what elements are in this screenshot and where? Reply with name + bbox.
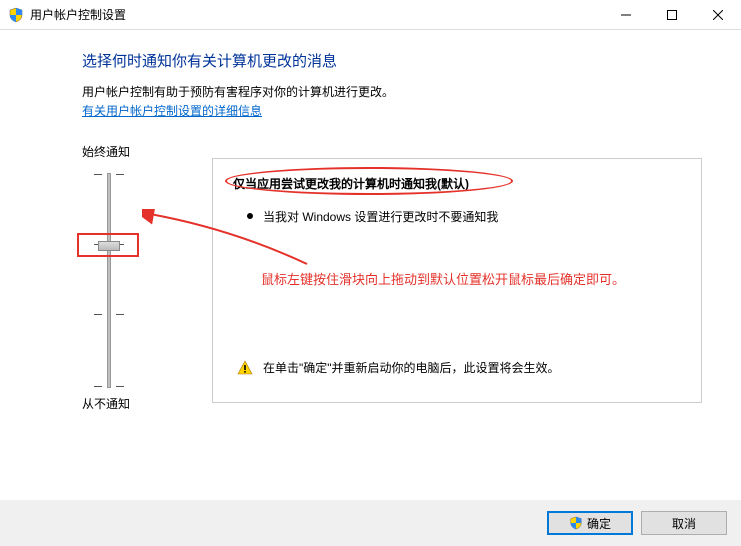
slider-area: 始终通知 从不通知 仅当应用尝试更改我的计算机时通知我(默认) 当我对 Wind… [82, 143, 712, 168]
annotation-text: 鼠标左键按住滑块向上拖动到默认位置松开鼠标最后确定即可。 [261, 269, 625, 288]
info-bullet-text: 当我对 Windows 设置进行更改时不要通知我 [263, 208, 498, 225]
close-button[interactable] [695, 0, 741, 30]
page-heading: 选择何时通知你有关计算机更改的消息 [82, 50, 711, 71]
button-bar: 确定 取消 [0, 500, 741, 546]
content: 选择何时通知你有关计算机更改的消息 用户帐户控制有助于预防有害程序对你的计算机进… [0, 30, 741, 119]
shield-icon [569, 516, 583, 530]
info-panel: 仅当应用尝试更改我的计算机时通知我(默认) 当我对 Windows 设置进行更改… [212, 158, 702, 403]
cancel-label: 取消 [672, 515, 696, 532]
slider-label-bottom: 从不通知 [82, 395, 130, 412]
ok-button[interactable]: 确定 [547, 511, 633, 535]
shield-icon [8, 7, 24, 23]
description-text: 用户帐户控制有助于预防有害程序对你的计算机进行更改。 [82, 83, 711, 100]
warning-icon [237, 360, 253, 376]
window-controls [603, 0, 741, 30]
slider-track-wrap [107, 173, 111, 388]
ok-label: 确定 [587, 515, 611, 532]
bullet-icon [247, 213, 253, 219]
cancel-button[interactable]: 取消 [641, 511, 727, 535]
slider-track[interactable] [107, 173, 111, 388]
warning-text: 在单击"确定"并重新启动你的电脑后，此设置将会生效。 [263, 359, 560, 376]
annotation-circle [225, 167, 513, 195]
window-title: 用户帐户控制设置 [30, 6, 126, 23]
maximize-button[interactable] [649, 0, 695, 30]
warning-row: 在单击"确定"并重新启动你的电脑后，此设置将会生效。 [237, 359, 681, 376]
help-link[interactable]: 有关用户帐户控制设置的详细信息 [82, 104, 262, 118]
minimize-button[interactable] [603, 0, 649, 30]
titlebar: 用户帐户控制设置 [0, 0, 741, 30]
info-bullet-row: 当我对 Windows 设置进行更改时不要通知我 [233, 208, 681, 225]
annotation-highlight-box [77, 233, 139, 257]
titlebar-left: 用户帐户控制设置 [8, 6, 126, 23]
